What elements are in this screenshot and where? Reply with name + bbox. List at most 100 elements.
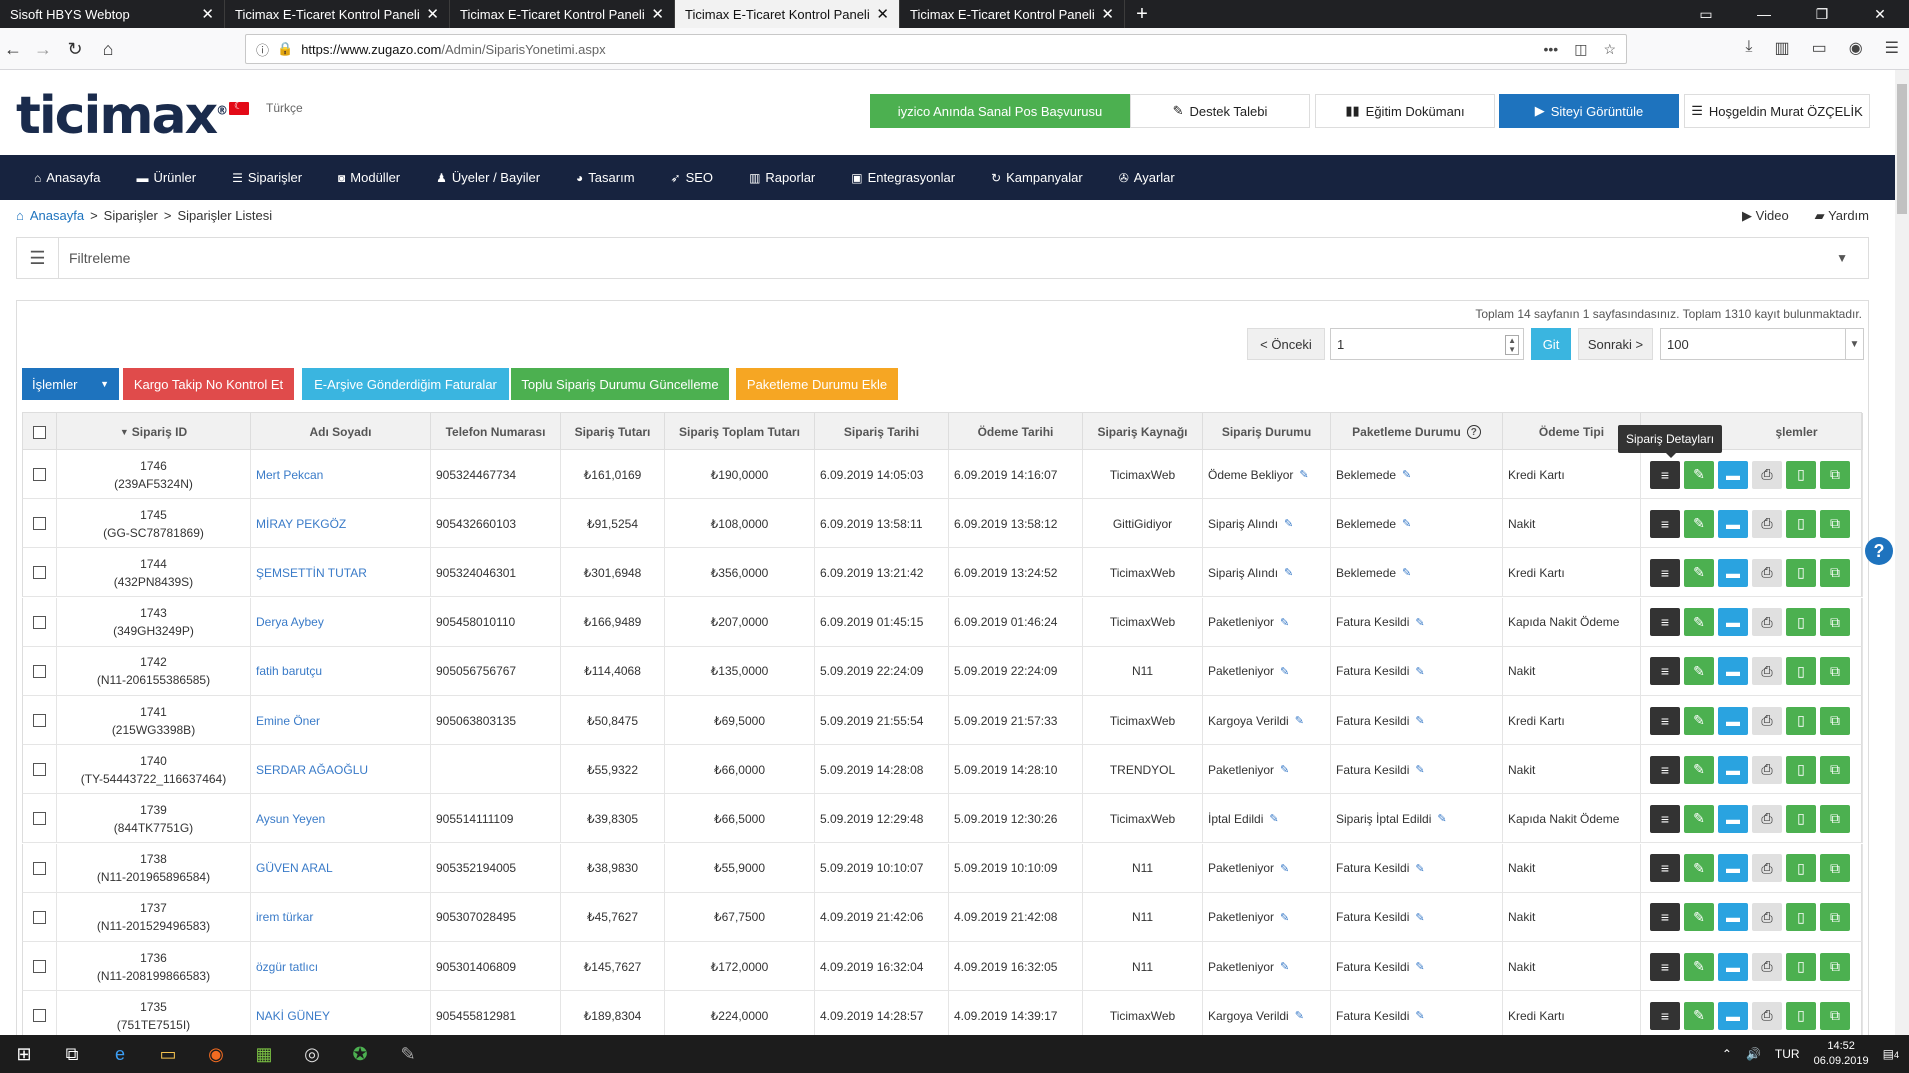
edit-icon[interactable]: ✎: [1684, 952, 1714, 981]
edit-icon[interactable]: ✎: [1684, 608, 1714, 637]
support-button[interactable]: ✎ Destek Talebi: [1130, 94, 1310, 128]
row-checkbox[interactable]: [33, 812, 46, 826]
pencil-icon[interactable]: ✎: [1280, 862, 1289, 875]
database-icon[interactable]: ≡: [1650, 903, 1680, 932]
database-icon[interactable]: ≡: [1650, 854, 1680, 883]
customer-name-link[interactable]: ŞEMSETTİN TUTAR: [256, 566, 367, 580]
print-icon[interactable]: ⎙: [1752, 854, 1782, 883]
url-bar[interactable]: ⓘ 🔒 https://www.zugazo.com/Admin/Siparis…: [245, 34, 1627, 64]
document-icon[interactable]: ▯: [1786, 804, 1816, 833]
back-icon[interactable]: ←: [0, 36, 26, 62]
row-checkbox[interactable]: [33, 910, 46, 924]
tray-up-icon[interactable]: ⌃: [1722, 1047, 1732, 1061]
database-icon[interactable]: ≡: [1650, 558, 1680, 587]
browser-tab[interactable]: Ticimax E-Ticaret Kontrol Paneli ✕: [225, 0, 450, 28]
nav-item[interactable]: ➶ SEO: [671, 170, 750, 185]
edit-icon[interactable]: ✎: [1684, 755, 1714, 784]
copy-icon[interactable]: ⧉: [1820, 952, 1850, 981]
pencil-icon[interactable]: ✎: [1295, 714, 1304, 727]
pencil-icon[interactable]: ✎: [1402, 566, 1411, 579]
maximize-icon[interactable]: ❐: [1793, 0, 1851, 28]
print-icon[interactable]: ⎙: [1752, 804, 1782, 833]
row-checkbox[interactable]: [33, 468, 46, 481]
document-icon[interactable]: ▯: [1786, 1001, 1816, 1030]
row-checkbox[interactable]: [33, 714, 46, 727]
nav-item[interactable]: ▣ Entegrasyonlar: [851, 170, 991, 185]
earchive-invoices-button[interactable]: E-Arşive Gönderdiğim Faturalar: [302, 368, 509, 400]
nav-item[interactable]: ◙ Modüller: [338, 170, 436, 185]
edit-icon[interactable]: ✎: [1684, 657, 1714, 686]
breadcrumb-home[interactable]: Anasayfa: [30, 208, 84, 223]
pencil-icon[interactable]: ✎: [1284, 517, 1293, 530]
row-checkbox[interactable]: [33, 861, 46, 875]
info-icon[interactable]: ⓘ: [256, 40, 269, 59]
firefox-icon[interactable]: ◉: [192, 1035, 240, 1073]
select-all-checkbox[interactable]: [33, 425, 46, 439]
copy-icon[interactable]: ⧉: [1820, 854, 1850, 883]
reload-icon[interactable]: ↻: [62, 36, 88, 62]
folder-open-icon[interactable]: ▬: [1718, 952, 1748, 981]
browser-tab[interactable]: Ticimax E-Ticaret Kontrol Paneli ✕: [675, 0, 900, 28]
stepper-icon[interactable]: ▲ ▼: [1505, 335, 1519, 355]
print-icon[interactable]: ⎙: [1752, 903, 1782, 932]
windows-start-icon[interactable]: ⊞: [0, 1035, 48, 1073]
document-icon[interactable]: ▯: [1786, 460, 1816, 489]
edit-icon[interactable]: ✎: [1684, 706, 1714, 735]
copy-icon[interactable]: ⧉: [1820, 706, 1850, 735]
print-icon[interactable]: ⎙: [1752, 558, 1782, 587]
edit-icon[interactable]: ✎: [1684, 854, 1714, 883]
close-icon[interactable]: ✕: [201, 5, 214, 23]
go-button[interactable]: Git: [1531, 328, 1571, 360]
edit-icon[interactable]: ✎: [1684, 460, 1714, 489]
customer-name-link[interactable]: fatih barutçu: [256, 664, 322, 678]
pencil-icon[interactable]: ✎: [1402, 517, 1411, 530]
file-explorer-icon[interactable]: ▭: [144, 1035, 192, 1073]
operations-dropdown[interactable]: İşlemler ▼: [22, 368, 119, 400]
notification-icon[interactable]: ▤4: [1883, 1047, 1899, 1061]
customer-name-link[interactable]: Emine Öner: [256, 714, 320, 728]
prev-page-button[interactable]: < Önceki: [1247, 328, 1325, 360]
app-tool-icon[interactable]: ✎: [384, 1035, 432, 1073]
edge-icon[interactable]: e: [96, 1035, 144, 1073]
pencil-icon[interactable]: ✎: [1415, 911, 1424, 924]
folder-open-icon[interactable]: ▬: [1718, 755, 1748, 784]
edit-icon[interactable]: ✎: [1684, 509, 1714, 538]
database-icon[interactable]: ≡: [1650, 706, 1680, 735]
folder-open-icon[interactable]: ▬: [1718, 1001, 1748, 1030]
pencil-icon[interactable]: ✎: [1415, 862, 1424, 875]
folder-open-icon[interactable]: ▬: [1718, 460, 1748, 489]
customer-name-link[interactable]: Aysun Yeyen: [256, 812, 325, 826]
account-icon[interactable]: ◉: [1849, 38, 1863, 58]
folder-open-icon[interactable]: ▬: [1718, 804, 1748, 833]
database-icon[interactable]: ≡: [1650, 509, 1680, 538]
row-checkbox[interactable]: [33, 664, 46, 678]
row-checkbox[interactable]: [33, 517, 46, 531]
copy-icon[interactable]: ⧉: [1820, 1001, 1850, 1030]
app-icon[interactable]: ▦: [240, 1035, 288, 1073]
browser-tab[interactable]: Ticimax E-Ticaret Kontrol Paneli ✕: [450, 0, 675, 28]
library-icon[interactable]: ▥: [1774, 38, 1789, 58]
close-icon[interactable]: ✕: [426, 5, 439, 23]
document-icon[interactable]: ▯: [1786, 558, 1816, 587]
customer-name-link[interactable]: Mert Pekcan: [256, 468, 323, 482]
nav-item[interactable]: ⌂ Anasayfa: [34, 170, 136, 185]
folder-open-icon[interactable]: ▬: [1718, 854, 1748, 883]
customer-name-link[interactable]: SERDAR AĞAOĞLU: [256, 763, 368, 777]
filter-panel[interactable]: ☰ Filtreleme ▼: [16, 237, 1869, 279]
customer-name-link[interactable]: MİRAY PEKGÖZ: [256, 517, 346, 531]
edit-icon[interactable]: ✎: [1684, 804, 1714, 833]
customer-name-link[interactable]: GÜVEN ARAL: [256, 861, 333, 875]
cargo-check-button[interactable]: Kargo Takip No Kontrol Et: [123, 368, 294, 400]
minimize-icon[interactable]: —: [1735, 0, 1793, 28]
row-checkbox[interactable]: [33, 1009, 46, 1023]
page-number-input[interactable]: 1 ▲ ▼: [1330, 328, 1524, 360]
copy-icon[interactable]: ⧉: [1820, 558, 1850, 587]
help-question-icon[interactable]: ?: [1865, 537, 1893, 565]
copy-icon[interactable]: ⧉: [1820, 903, 1850, 932]
print-icon[interactable]: ⎙: [1752, 755, 1782, 784]
folder-open-icon[interactable]: ▬: [1718, 509, 1748, 538]
document-icon[interactable]: ▯: [1786, 608, 1816, 637]
media-icon[interactable]: ◎: [288, 1035, 336, 1073]
database-icon[interactable]: ≡: [1650, 657, 1680, 686]
nav-item[interactable]: ▥ Raporlar: [749, 170, 851, 185]
